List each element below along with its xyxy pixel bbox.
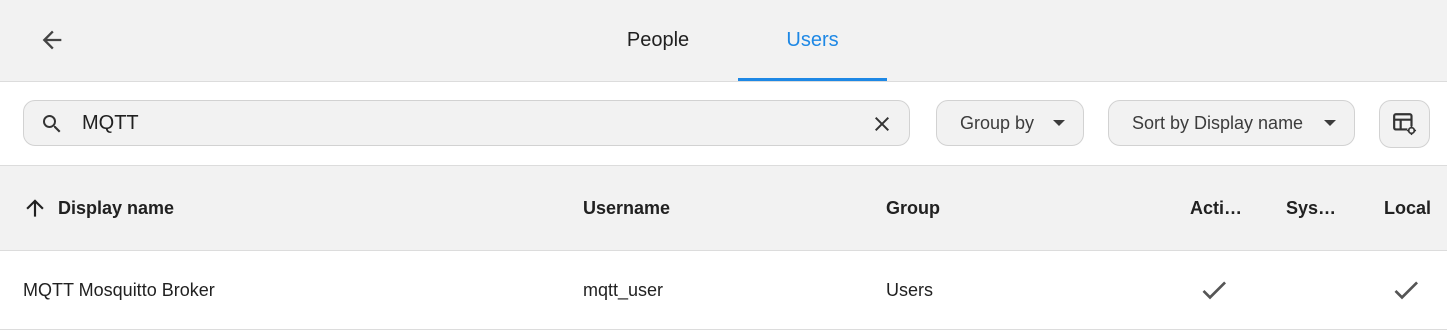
group-by-dropdown[interactable]: Group by — [936, 100, 1084, 146]
tab-people[interactable]: People — [584, 0, 732, 81]
table-row[interactable]: MQTT Mosquitto Broker mqtt_user Users — [0, 251, 1447, 330]
caret-down-icon — [1053, 120, 1065, 126]
table-settings-button[interactable] — [1379, 100, 1430, 148]
column-header-active[interactable]: Acti… — [1190, 166, 1242, 250]
table-settings-icon — [1392, 113, 1416, 136]
top-app-bar: People Users — [0, 0, 1447, 82]
arrow-left-icon — [42, 30, 62, 50]
active-tab-indicator — [738, 78, 887, 81]
table-header: Display name Username Group Acti… Sys… L… — [0, 166, 1447, 251]
tab-users[interactable]: Users — [738, 0, 887, 81]
group-by-label: Group by — [960, 112, 1035, 133]
column-header-username[interactable]: Username — [583, 166, 670, 250]
close-icon — [875, 117, 889, 131]
sort-dropdown[interactable]: Sort by Display name — [1108, 100, 1355, 146]
cell-group: Users — [886, 279, 934, 300]
clear-search-button[interactable] — [869, 111, 895, 137]
sort-label: Sort by Display name — [1132, 112, 1304, 133]
column-header-display-name[interactable]: Display name — [22, 166, 174, 250]
column-header-local[interactable]: Local — [1384, 166, 1431, 250]
column-header-group[interactable]: Group — [886, 166, 940, 250]
filter-toolbar: Group by Sort by Display name — [0, 82, 1447, 166]
column-header-system[interactable]: Sys… — [1286, 166, 1336, 250]
search-icon — [43, 115, 61, 133]
check-icon — [1394, 281, 1418, 300]
cell-active — [1198, 251, 1230, 329]
cell-username: mqtt_user — [583, 279, 664, 300]
arrow-up-icon — [26, 199, 44, 217]
search-bar — [23, 100, 910, 146]
check-icon — [1202, 281, 1226, 300]
column-label: Display name — [58, 197, 175, 218]
back-button[interactable] — [30, 20, 74, 60]
cell-display-name: MQTT Mosquitto Broker — [23, 279, 215, 300]
search-input[interactable] — [82, 109, 842, 137]
cell-local — [1390, 251, 1422, 329]
caret-down-icon — [1324, 120, 1336, 126]
